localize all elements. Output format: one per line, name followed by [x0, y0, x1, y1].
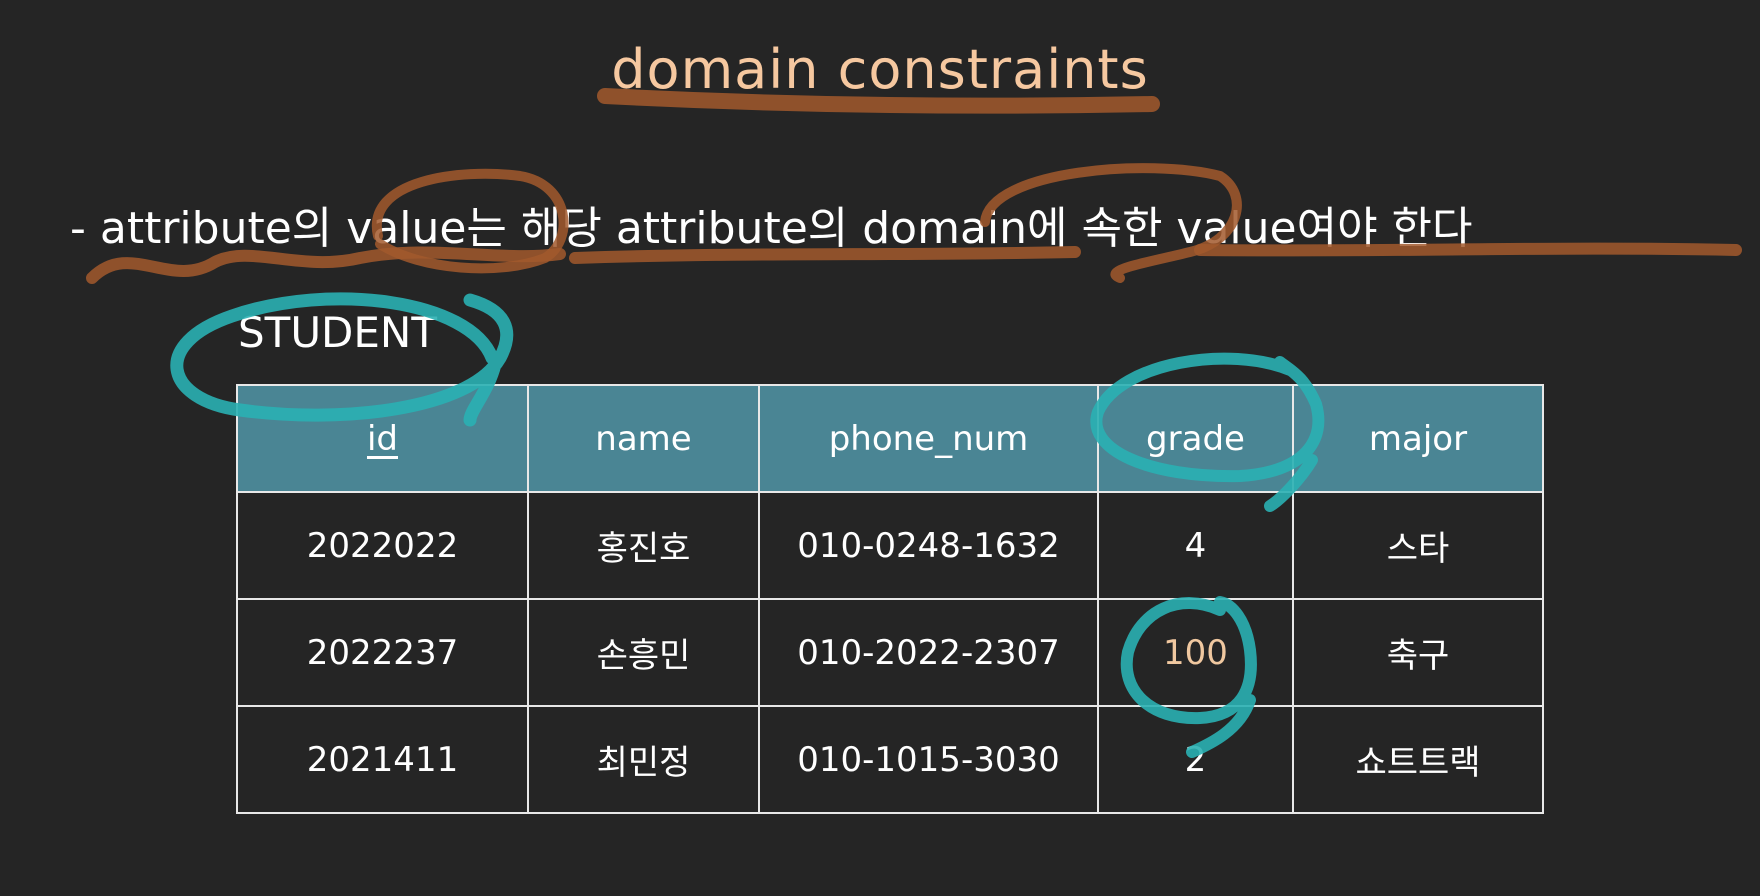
cell-major: 스타	[1292, 491, 1544, 600]
cell-phone-num: 010-2022-2307	[758, 598, 1099, 707]
bullet-squiggle-stroke	[86, 246, 566, 284]
slide-title: domain constraints	[611, 38, 1149, 101]
cell-phone-num: 010-0248-1632	[758, 491, 1099, 600]
cell-major: 축구	[1292, 598, 1544, 707]
column-header-name: name	[527, 384, 760, 493]
table-header-row: id name phone_num grade major	[236, 384, 1544, 493]
cell-grade: 2	[1097, 705, 1294, 814]
column-header-id: id	[236, 384, 529, 493]
cell-grade: 4	[1097, 491, 1294, 600]
cell-name: 홍진호	[527, 491, 760, 600]
bullet-text: - attribute의 value는 해당 attribute의 domain…	[70, 203, 1473, 254]
column-header-phone-num: phone_num	[758, 384, 1099, 493]
cell-id: 2021411	[236, 705, 529, 814]
cell-grade-invalid: 100	[1097, 598, 1294, 707]
table-name: STUDENT	[238, 308, 438, 357]
student-table: id name phone_num grade major 2022022 홍진…	[236, 384, 1544, 814]
table-row: 2021411 최민정 010-1015-3030 2 쇼트트랙	[236, 705, 1544, 814]
column-header-grade: grade	[1097, 384, 1294, 493]
cell-name: 최민정	[527, 705, 760, 814]
table-row: 2022237 손흥민 010-2022-2307 100 축구	[236, 598, 1544, 707]
column-header-major: major	[1292, 384, 1544, 493]
cell-phone-num: 010-1015-3030	[758, 705, 1099, 814]
slide: domain constraints - attribute의 value는 해…	[0, 0, 1760, 896]
primary-key-label: id	[366, 418, 399, 459]
table-row: 2022022 홍진호 010-0248-1632 4 스타	[236, 491, 1544, 600]
cell-name: 손흥민	[527, 598, 760, 707]
cell-id: 2022237	[236, 598, 529, 707]
cell-id: 2022022	[236, 491, 529, 600]
cell-major: 쇼트트랙	[1292, 705, 1544, 814]
